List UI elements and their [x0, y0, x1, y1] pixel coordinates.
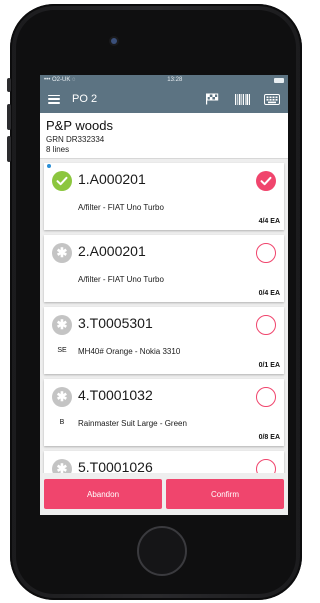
keyboard-icon[interactable]: [264, 93, 280, 105]
volume-down-button: [7, 136, 11, 162]
page-title: PO 2: [72, 93, 98, 105]
list-item[interactable]: 1.A000201 A/filter - FIAT Uno Turbo 4/4 …: [44, 163, 284, 230]
menu-icon[interactable]: [48, 94, 60, 104]
order-lines-list[interactable]: 1.A000201 A/filter - FIAT Uno Turbo 4/4 …: [40, 159, 288, 483]
pending-asterisk-icon: ✱: [52, 315, 72, 335]
checkered-flag-icon[interactable]: [204, 93, 220, 105]
supplier-name: P&P woods: [46, 118, 113, 133]
item-description: A/filter - FIAT Uno Turbo: [78, 275, 164, 284]
item-quantity: 0/1 EA: [258, 362, 280, 369]
item-code: 4.T0001032: [78, 387, 153, 403]
app-screen: ••• O2-UK ◌ 13:28 PO 2 P&P woods GRN DR3…: [40, 75, 288, 515]
app-bar: PO 2: [40, 85, 288, 113]
line-count: 8 lines: [46, 145, 70, 154]
battery-icon: [274, 77, 284, 83]
front-camera: [111, 38, 117, 44]
line-checkbox[interactable]: [256, 171, 276, 191]
pending-asterisk-icon: ✱: [52, 243, 72, 263]
home-button[interactable]: [137, 526, 187, 576]
abandon-button[interactable]: Abandon: [44, 479, 162, 509]
list-item[interactable]: ✱ 3.T0005301 SE MH40# Orange - Nokia 331…: [44, 307, 284, 374]
item-quantity: 0/4 EA: [258, 290, 280, 297]
item-prefix: SE: [57, 347, 67, 354]
line-checkbox[interactable]: [256, 243, 276, 263]
status-bar: ••• O2-UK ◌ 13:28: [40, 75, 288, 85]
carrier-label: ••• O2-UK ◌: [44, 77, 76, 83]
confirm-button[interactable]: Confirm: [166, 479, 284, 509]
line-checkbox[interactable]: [256, 387, 276, 407]
barcode-icon[interactable]: [234, 93, 250, 105]
order-header: P&P woods GRN DR332334 8 lines: [40, 113, 288, 159]
wifi-icon: ◌: [72, 77, 76, 83]
mute-switch: [7, 78, 11, 92]
item-description: Rainmaster Suit Large - Green: [78, 419, 187, 428]
item-description: MH40# Orange - Nokia 3310: [78, 347, 181, 356]
item-quantity: 0/8 EA: [258, 434, 280, 441]
volume-up-button: [7, 104, 11, 130]
new-indicator-dot: [47, 164, 51, 168]
pending-asterisk-icon: ✱: [52, 387, 72, 407]
item-description: A/filter - FIAT Uno Turbo: [78, 203, 164, 212]
line-checkbox[interactable]: [256, 315, 276, 335]
action-bar: Abandon Confirm: [40, 473, 288, 515]
list-item[interactable]: ✱ 2.A000201 A/filter - FIAT Uno Turbo 0/…: [44, 235, 284, 302]
item-code: 1.A000201: [78, 171, 146, 187]
item-quantity: 4/4 EA: [258, 218, 280, 225]
item-code: 2.A000201: [78, 243, 146, 259]
list-item[interactable]: ✱ 4.T0001032 B Rainmaster Suit Large - G…: [44, 379, 284, 446]
clock: 13:28: [167, 77, 183, 83]
item-code: 3.T0005301: [78, 315, 153, 331]
received-check-icon: [52, 171, 72, 191]
item-prefix: B: [59, 419, 65, 426]
grn-number: GRN DR332334: [46, 135, 105, 144]
